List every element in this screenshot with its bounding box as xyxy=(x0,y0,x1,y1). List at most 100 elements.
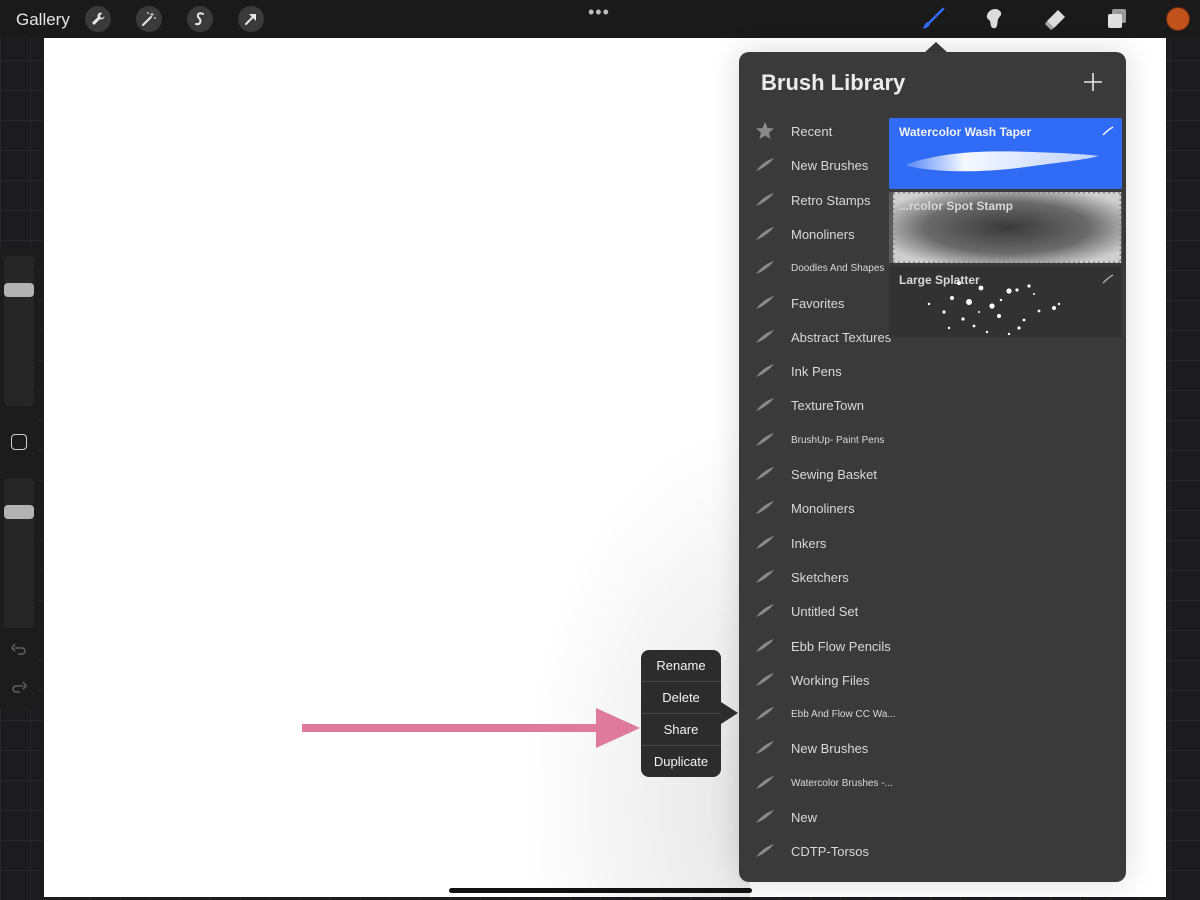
brush-set-item[interactable]: Working Files xyxy=(739,663,889,697)
brush-set-label: BrushUp- Paint Pens xyxy=(791,434,885,446)
brush-set-icon xyxy=(756,707,774,721)
wrench-icon[interactable] xyxy=(85,6,111,32)
annotation-arrow xyxy=(302,708,640,748)
brush-set-label: Sewing Basket xyxy=(791,467,877,482)
brush-set-label: Monoliners xyxy=(791,226,855,242)
brush-set-label: TextureTown xyxy=(791,398,864,414)
brush-set-icon xyxy=(756,775,774,789)
brush-set-item[interactable]: Ebb Flow Pencils xyxy=(739,629,891,663)
brush-set-item[interactable]: Monoliners xyxy=(739,217,889,251)
brush-set-label: New Brushes xyxy=(791,158,869,174)
brush-set-item[interactable]: CDTP-Torsos xyxy=(739,834,889,868)
brush-set-item[interactable]: Recent xyxy=(739,114,889,148)
brush-set-item[interactable]: Sewing Basket xyxy=(739,457,889,491)
brush-set-icon xyxy=(756,329,774,343)
modify-button[interactable] xyxy=(11,434,27,450)
opacity-handle[interactable] xyxy=(4,505,34,519)
context-menu-share[interactable]: Share xyxy=(641,714,721,746)
selection-icon[interactable] xyxy=(187,6,213,32)
arrow-shaft xyxy=(302,724,602,732)
gallery-button[interactable]: Gallery xyxy=(16,10,70,30)
brush-set-item[interactable]: Sketchers xyxy=(739,560,889,594)
brush-mini-icon xyxy=(1102,126,1114,136)
brush-set-icon xyxy=(756,261,774,275)
brush-set-item[interactable]: Ebb And Flow CC Wa... xyxy=(739,697,896,731)
brush-set-label: Retro Stamps xyxy=(791,192,871,208)
opacity-slider[interactable] xyxy=(4,478,34,628)
brush-set-label: Doodles And Shapes xyxy=(791,263,885,275)
context-menu-pointer xyxy=(721,702,738,724)
top-toolbar: Gallery ••• xyxy=(0,0,1200,38)
brush-icon[interactable] xyxy=(920,6,946,32)
brush-set-item[interactable]: Doodles And Shapes xyxy=(739,251,889,285)
eraser-icon[interactable] xyxy=(1042,6,1068,32)
brush-set-item[interactable]: BrushUp- Paint Pens xyxy=(739,423,889,457)
smudge-icon[interactable] xyxy=(981,6,1007,32)
brush-set-item[interactable]: TextureTown xyxy=(739,388,889,422)
add-brush-set-icon[interactable] xyxy=(1082,71,1104,93)
brush-set-label: Ebb Flow Pencils xyxy=(791,638,891,654)
brush-set-icon xyxy=(756,364,774,378)
brush-set-item[interactable]: Untitled Set xyxy=(739,594,889,628)
brush-set-label: Ink Pens xyxy=(791,364,842,380)
brush-set-label: Working Files xyxy=(791,672,870,688)
brush-name: ...rcolor Spot Stamp xyxy=(899,199,1014,213)
color-picker-button[interactable] xyxy=(1166,7,1190,31)
magic-wand-icon[interactable] xyxy=(136,6,162,32)
brush-set-label: Abstract Textures xyxy=(791,329,892,345)
brush-set-icon xyxy=(756,226,774,240)
star-icon xyxy=(756,122,774,139)
brush-set-item[interactable]: Abstract Textures xyxy=(739,320,892,354)
brush-set-label: Ebb And Flow CC Wa... xyxy=(791,709,896,721)
brush-set-icon xyxy=(756,604,774,618)
brush-item-selected[interactable]: Watercolor Wash Taper xyxy=(889,118,1122,189)
brush-set-icon xyxy=(756,569,774,583)
brush-set-item[interactable]: New Brushes xyxy=(739,731,889,765)
brush-set-icon xyxy=(756,741,774,755)
arrow-head xyxy=(596,708,640,748)
panel-title: Brush Library xyxy=(761,70,906,95)
brush-set-item[interactable]: Ink Pens xyxy=(739,354,889,388)
brush-set-icon xyxy=(756,638,774,652)
brush-item[interactable]: ...rcolor Spot Stamp xyxy=(889,192,1122,263)
more-options-icon[interactable]: ••• xyxy=(588,2,610,23)
brush-size-handle[interactable] xyxy=(4,283,34,297)
redo-icon[interactable] xyxy=(10,678,28,696)
brush-set-item[interactable]: New Brushes xyxy=(739,148,889,182)
brush-set-item[interactable]: Inkers xyxy=(739,526,889,560)
brush-set-label: Sketchers xyxy=(791,569,849,585)
brush-set-icon xyxy=(756,398,774,412)
brush-set-item[interactable]: New xyxy=(739,800,889,834)
brush-set-icon xyxy=(756,158,774,172)
brush-stroke-preview xyxy=(927,281,1061,336)
brush-set-icon xyxy=(756,535,774,549)
context-menu-duplicate[interactable]: Duplicate xyxy=(641,746,721,778)
brush-item[interactable]: Large Splatter xyxy=(889,266,1122,337)
brush-set-label: Watercolor Brushes -... xyxy=(791,777,893,789)
brush-set-icon xyxy=(756,467,774,480)
brush-set-item[interactable]: Monoliners xyxy=(739,491,889,525)
brush-set-item[interactable]: Favorites xyxy=(739,286,889,320)
brush-set-icon xyxy=(756,192,774,206)
brush-size-slider[interactable] xyxy=(4,256,34,406)
brush-set-icon xyxy=(756,501,774,515)
layers-icon[interactable] xyxy=(1104,6,1130,32)
brush-library-panel: Brush Library Recent New Brushes Retro Sta… xyxy=(739,52,1126,882)
brush-name: Watercolor Wash Taper xyxy=(899,125,1032,139)
context-menu-delete[interactable]: Delete xyxy=(641,682,721,714)
brush-set-item[interactable]: Retro Stamps xyxy=(739,183,889,217)
brush-stroke-preview xyxy=(907,151,1099,172)
brush-set-icon xyxy=(756,672,774,686)
brush-set-label: CDTP-Torsos xyxy=(791,844,870,860)
set-context-menu: Rename Delete Share Duplicate xyxy=(641,650,721,777)
context-menu-rename[interactable]: Rename xyxy=(641,650,721,682)
brush-set-label: Monoliners xyxy=(791,501,855,517)
brush-set-item[interactable]: Watercolor Brushes -... xyxy=(739,766,893,800)
transform-arrow-icon[interactable] xyxy=(238,6,264,32)
brush-set-label: Recent xyxy=(791,124,833,139)
brush-set-label: New Brushes xyxy=(791,741,869,757)
home-indicator xyxy=(449,888,752,893)
undo-icon[interactable] xyxy=(10,640,28,658)
brush-set-icon xyxy=(756,810,774,823)
brush-set-label: Inkers xyxy=(791,535,827,551)
